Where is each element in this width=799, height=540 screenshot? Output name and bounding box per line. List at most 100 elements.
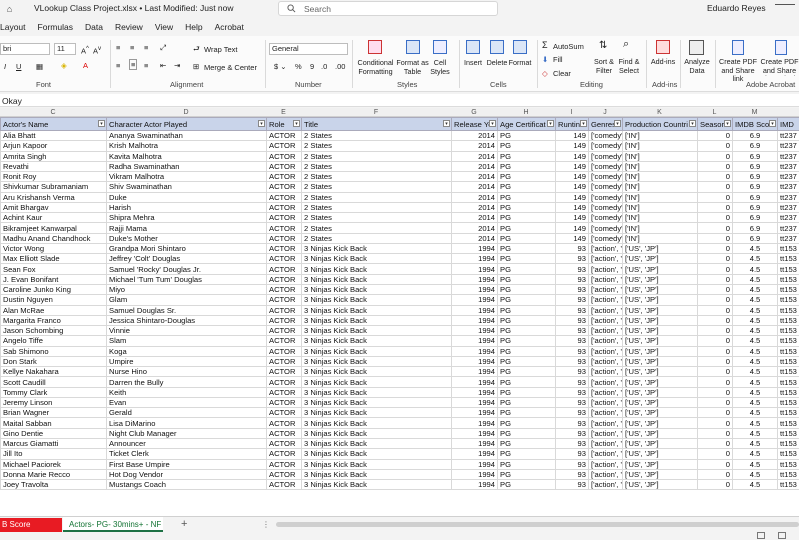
- cell[interactable]: ACTOR: [266, 273, 302, 285]
- cell[interactable]: tt237: [777, 201, 799, 214]
- column-letter[interactable]: H: [497, 108, 555, 117]
- cell[interactable]: ACTOR: [266, 304, 302, 316]
- cell[interactable]: tt153: [777, 386, 799, 398]
- cell[interactable]: tt153: [777, 325, 799, 337]
- cell[interactable]: 3 Ninjas Kick Back: [301, 314, 452, 327]
- cell[interactable]: 3 Ninjas Kick Back: [301, 376, 452, 388]
- cell[interactable]: 1994: [451, 294, 498, 306]
- cell[interactable]: 93: [555, 417, 589, 429]
- cell[interactable]: PG: [497, 437, 556, 450]
- cell[interactable]: ['action', ': [588, 427, 623, 439]
- cell[interactable]: ACTOR: [266, 129, 302, 142]
- cell[interactable]: ['IN']: [622, 191, 698, 203]
- cell[interactable]: Joey Travolta: [0, 479, 107, 491]
- cell[interactable]: ['US', 'JP']: [622, 242, 698, 255]
- cell[interactable]: ['action', ': [588, 396, 623, 409]
- cell[interactable]: ACTOR: [266, 386, 302, 398]
- cell[interactable]: ['comedy': [588, 140, 623, 152]
- cell[interactable]: tt153: [777, 335, 799, 347]
- cell[interactable]: Vinnie: [106, 325, 267, 337]
- cell[interactable]: ['US', 'JP']: [622, 325, 698, 337]
- filter-dropdown-icon[interactable]: ▾: [489, 120, 496, 127]
- filter-dropdown-icon[interactable]: ▾: [293, 120, 300, 127]
- cell[interactable]: 0: [697, 191, 733, 203]
- cell[interactable]: PG: [497, 314, 556, 327]
- column-letter[interactable]: D: [106, 108, 266, 117]
- cell[interactable]: 2014: [451, 201, 498, 214]
- cell[interactable]: Amit Bhargav: [0, 201, 107, 214]
- cell[interactable]: 3 Ninjas Kick Back: [301, 253, 452, 265]
- cell[interactable]: ACTOR: [266, 376, 302, 388]
- cell[interactable]: Brian Wagner: [0, 407, 107, 419]
- header-cell[interactable]: Role ▾: [266, 117, 302, 131]
- cell[interactable]: 149: [555, 181, 589, 193]
- cell[interactable]: 93: [555, 437, 589, 450]
- cell[interactable]: 4.5: [732, 325, 778, 337]
- column-letter[interactable]: L: [697, 108, 732, 117]
- number-format-select[interactable]: General: [269, 43, 348, 55]
- cell[interactable]: ['IN']: [622, 150, 698, 162]
- align-center-icon[interactable]: ≡: [129, 59, 138, 70]
- cell[interactable]: 1994: [451, 253, 498, 265]
- column-letter[interactable]: C: [0, 108, 106, 117]
- wrap-text-button[interactable]: Wrap Text: [204, 45, 238, 54]
- increase-indent-icon[interactable]: ⇥: [174, 61, 180, 70]
- cell[interactable]: PG: [497, 201, 556, 214]
- cell[interactable]: Jeffrey 'Colt' Douglas: [106, 253, 267, 265]
- decrease-indent-icon[interactable]: ⇤: [160, 61, 166, 70]
- cell[interactable]: ['comedy': [588, 222, 623, 234]
- cell[interactable]: ['comedy': [588, 232, 623, 244]
- cell[interactable]: Grandpa Mori Shintaro: [106, 242, 267, 255]
- cell[interactable]: tt237: [777, 232, 799, 244]
- cell[interactable]: 2014: [451, 222, 498, 234]
- cell[interactable]: ACTOR: [266, 171, 302, 183]
- cell[interactable]: ['IN']: [622, 212, 698, 224]
- cell[interactable]: 1994: [451, 366, 498, 378]
- cell[interactable]: 6.9: [732, 232, 778, 244]
- cell[interactable]: 0: [697, 458, 733, 470]
- cell[interactable]: Rajji Mama: [106, 222, 267, 234]
- cell[interactable]: 3 Ninjas Kick Back: [301, 325, 452, 337]
- cell[interactable]: 0: [697, 171, 733, 183]
- cell[interactable]: 93: [555, 386, 589, 398]
- cell[interactable]: 0: [697, 345, 733, 357]
- cell[interactable]: 4.5: [732, 314, 778, 327]
- cell[interactable]: Shipra Mehra: [106, 212, 267, 224]
- cell[interactable]: tt153: [777, 437, 799, 450]
- cell[interactable]: Shivkumar Subramaniam: [0, 181, 107, 193]
- font-color-icon[interactable]: A: [83, 61, 88, 70]
- cell[interactable]: PG: [497, 191, 556, 203]
- cell[interactable]: Lisa DiMarino: [106, 417, 267, 429]
- cell[interactable]: ACTOR: [266, 294, 302, 306]
- cell[interactable]: ['US', 'JP']: [622, 273, 698, 285]
- find-select-icon[interactable]: ⌕: [623, 39, 629, 50]
- tab-view[interactable]: View: [155, 22, 173, 32]
- document-icon[interactable]: ⌂: [4, 3, 15, 14]
- cell[interactable]: 2014: [451, 191, 498, 203]
- cell[interactable]: ['US', 'JP']: [622, 386, 698, 398]
- clear-icon[interactable]: ◇: [542, 69, 548, 78]
- cell[interactable]: Jason Schombing: [0, 325, 107, 337]
- cell[interactable]: ACTOR: [266, 212, 302, 224]
- cell[interactable]: 4.5: [732, 396, 778, 409]
- cell[interactable]: ACTOR: [266, 458, 302, 470]
- cell[interactable]: 0: [697, 263, 733, 275]
- cell[interactable]: ['action', ': [588, 468, 623, 481]
- cell[interactable]: tt153: [777, 355, 799, 368]
- cell[interactable]: ACTOR: [266, 283, 302, 296]
- cell[interactable]: PG: [497, 222, 556, 234]
- cell[interactable]: PG: [497, 417, 556, 429]
- cell[interactable]: ['US', 'JP']: [622, 427, 698, 439]
- cell[interactable]: ['US', 'JP']: [622, 335, 698, 347]
- tab-help[interactable]: Help: [185, 22, 202, 32]
- currency-icon[interactable]: $ ⌄: [274, 62, 287, 71]
- cell[interactable]: 0: [697, 283, 733, 296]
- cell[interactable]: Jessica Shintaro-Douglas: [106, 314, 267, 327]
- cell[interactable]: 6.9: [732, 181, 778, 193]
- insert-button[interactable]: Insert: [461, 58, 485, 68]
- cell[interactable]: 0: [697, 129, 733, 142]
- cell[interactable]: 0: [697, 150, 733, 162]
- cell[interactable]: ACTOR: [266, 417, 302, 429]
- cell[interactable]: PG: [497, 129, 556, 142]
- cell[interactable]: 0: [697, 437, 733, 450]
